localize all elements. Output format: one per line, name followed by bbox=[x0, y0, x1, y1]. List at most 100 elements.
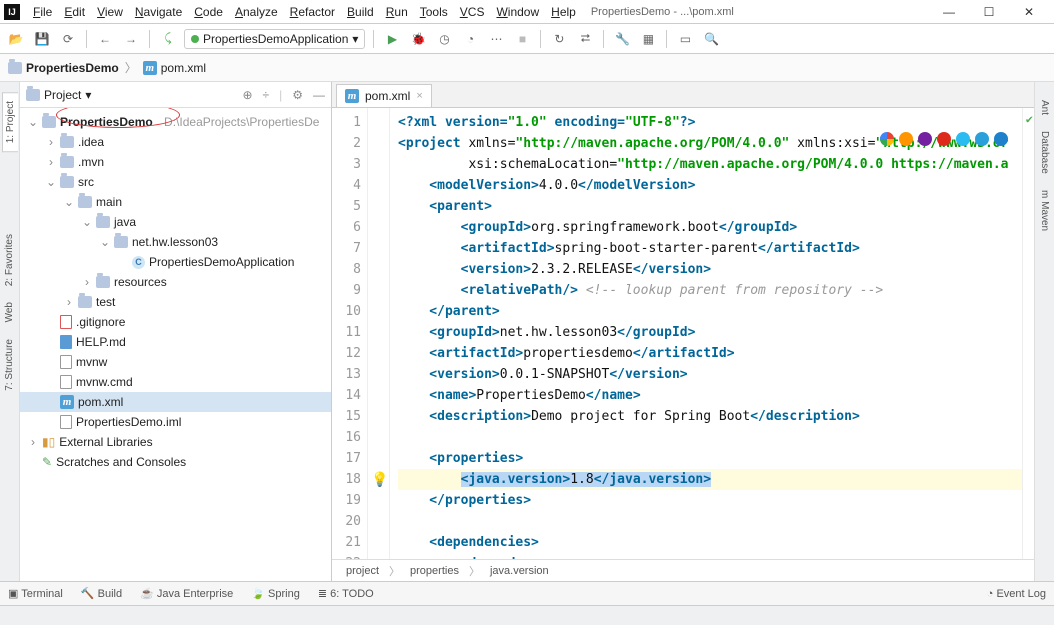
bc-properties[interactable]: properties bbox=[406, 563, 463, 579]
menu-edit[interactable]: Edit bbox=[58, 3, 91, 21]
tree-item[interactable]: ›.idea bbox=[20, 132, 331, 152]
tree-item[interactable]: HELP.md bbox=[20, 332, 331, 352]
tree-label: .idea bbox=[78, 135, 104, 149]
file-icon bbox=[60, 375, 72, 389]
tree-item[interactable]: mpom.xml bbox=[20, 392, 331, 412]
tool-tab-database[interactable]: Database bbox=[1037, 123, 1052, 182]
run-config-selector[interactable]: PropertiesDemoApplication ▾ bbox=[184, 29, 365, 49]
open-icon[interactable]: 📂 bbox=[6, 29, 26, 49]
wrench-icon[interactable]: 🔧 bbox=[612, 29, 632, 49]
tree-item[interactable]: ⌄net.hw.lesson03 bbox=[20, 232, 331, 252]
update-icon[interactable]: ↻ bbox=[549, 29, 569, 49]
tree-label: .gitignore bbox=[76, 315, 125, 329]
bottom-tab-todo[interactable]: ≣ 6: TODO bbox=[318, 587, 374, 600]
app-logo-icon: IJ bbox=[4, 4, 20, 20]
tool-tab-structure[interactable]: 7: Structure bbox=[2, 331, 17, 399]
gear-icon[interactable]: ⚙ bbox=[292, 88, 303, 102]
firefox-icon[interactable] bbox=[899, 132, 913, 146]
tree-label: resources bbox=[114, 275, 167, 289]
tree-item[interactable]: CPropertiesDemoApplication bbox=[20, 252, 331, 272]
tree-item[interactable]: .gitignore bbox=[20, 312, 331, 332]
bc-javaversion[interactable]: java.version bbox=[486, 563, 553, 579]
maximize-button[interactable]: ☐ bbox=[978, 3, 1000, 21]
debug-icon[interactable]: 🐞 bbox=[408, 29, 428, 49]
tool-tab-maven[interactable]: m Maven bbox=[1037, 182, 1052, 239]
back-icon[interactable]: ← bbox=[95, 29, 115, 49]
tree-root[interactable]: ⌄ PropertiesDemo D:\IdeaProjects\Propert… bbox=[20, 112, 331, 132]
menu-build[interactable]: Build bbox=[341, 3, 380, 21]
tree-item[interactable]: ⌄src bbox=[20, 172, 331, 192]
menu-window[interactable]: Window bbox=[490, 3, 545, 21]
menu-tools[interactable]: Tools bbox=[414, 3, 454, 21]
menu-run[interactable]: Run bbox=[380, 3, 414, 21]
right-tool-strip: Ant Database m Maven bbox=[1034, 82, 1054, 581]
hammer-icon[interactable]: ⤹ bbox=[158, 29, 178, 49]
tree-root-label: PropertiesDemo bbox=[60, 115, 153, 129]
run-icon[interactable]: ▶ bbox=[382, 29, 402, 49]
edge-icon[interactable] bbox=[994, 132, 1008, 146]
forward-icon[interactable]: → bbox=[121, 29, 141, 49]
menu-refactor[interactable]: Refactor bbox=[284, 3, 341, 21]
locate-icon[interactable]: ⊕ bbox=[242, 88, 252, 102]
tool-tab-ant[interactable]: Ant bbox=[1037, 92, 1052, 123]
editor-tab-pom[interactable]: m pom.xml × bbox=[336, 84, 432, 107]
tree-item[interactable]: mvnw bbox=[20, 352, 331, 372]
nav-crumb-file[interactable]: m pom.xml bbox=[143, 61, 206, 75]
menu-vcs[interactable]: VCS bbox=[454, 3, 491, 21]
bottom-tab-terminal[interactable]: ▣ Terminal bbox=[8, 587, 63, 600]
tree-scratches[interactable]: ✎ Scratches and Consoles bbox=[20, 452, 331, 472]
ie-icon[interactable] bbox=[975, 132, 989, 146]
tree-item[interactable]: ›test bbox=[20, 292, 331, 312]
project-view-selector[interactable]: Project ▾ bbox=[26, 88, 236, 102]
close-button[interactable]: ✕ bbox=[1018, 3, 1040, 21]
menu-code[interactable]: Code bbox=[188, 3, 229, 21]
profile-icon[interactable]: ◔ bbox=[460, 29, 480, 49]
tool-tab-favorites[interactable]: 2: Favorites bbox=[2, 226, 17, 294]
hide-icon[interactable]: — bbox=[313, 88, 325, 102]
menu-help[interactable]: Help bbox=[545, 3, 582, 21]
attach-icon[interactable]: ⋯ bbox=[486, 29, 506, 49]
yandex-icon[interactable] bbox=[956, 132, 970, 146]
menu-view[interactable]: View bbox=[91, 3, 129, 21]
coverage-icon[interactable]: ◷ bbox=[434, 29, 454, 49]
structure-icon[interactable]: ▦ bbox=[638, 29, 658, 49]
opera-icon[interactable] bbox=[937, 132, 951, 146]
minimize-button[interactable]: — bbox=[938, 3, 960, 21]
menu-navigate[interactable]: Navigate bbox=[129, 3, 188, 21]
commit-icon[interactable]: ⮂ bbox=[575, 29, 595, 49]
save-icon[interactable]: 💾 bbox=[32, 29, 52, 49]
tool-tab-project[interactable]: 1: Project bbox=[2, 92, 18, 152]
search-icon[interactable]: 🔍 bbox=[701, 29, 721, 49]
collapse-icon[interactable]: ÷ bbox=[263, 88, 270, 102]
project-tree[interactable]: ⌄ PropertiesDemo D:\IdeaProjects\Propert… bbox=[20, 108, 331, 581]
folder-icon bbox=[60, 156, 74, 168]
bottom-tab-spring[interactable]: 🍃 Spring bbox=[251, 587, 300, 600]
safari-icon[interactable] bbox=[918, 132, 932, 146]
folder-icon bbox=[78, 196, 92, 208]
tool-tab-web[interactable]: Web bbox=[2, 294, 17, 330]
chrome-icon[interactable] bbox=[880, 132, 894, 146]
event-log-button[interactable]: ◔ Event Log bbox=[987, 588, 1046, 600]
tree-item[interactable]: mvnw.cmd bbox=[20, 372, 331, 392]
tree-item[interactable]: ⌄java bbox=[20, 212, 331, 232]
tree-item[interactable]: ›resources bbox=[20, 272, 331, 292]
markdown-icon bbox=[60, 335, 72, 349]
emulator-icon[interactable]: ▭ bbox=[675, 29, 695, 49]
bottom-tab-build[interactable]: 🔨 Build bbox=[81, 587, 122, 600]
tree-item[interactable]: ›.mvn bbox=[20, 152, 331, 172]
sync-icon[interactable]: ⟳ bbox=[58, 29, 78, 49]
chevron-down-icon: ▾ bbox=[85, 88, 91, 102]
code-content[interactable]: <?xml version="1.0" encoding="UTF-8"?> <… bbox=[390, 108, 1022, 559]
tree-external-libraries[interactable]: › ▮▯ External Libraries bbox=[20, 432, 331, 452]
menu-file[interactable]: File bbox=[27, 3, 58, 21]
bc-project[interactable]: project bbox=[342, 563, 383, 579]
stop-icon[interactable]: ■ bbox=[512, 29, 532, 49]
code-editor[interactable]: 12345678910111213141516171819202122 💡 <?… bbox=[332, 108, 1034, 559]
menu-analyze[interactable]: Analyze bbox=[229, 3, 284, 21]
tree-item[interactable]: ⌄main bbox=[20, 192, 331, 212]
nav-crumb-project[interactable]: PropertiesDemo bbox=[8, 61, 119, 75]
lightbulb-icon[interactable]: 💡 bbox=[371, 472, 388, 488]
close-icon[interactable]: × bbox=[416, 90, 422, 102]
bottom-tab-javaee[interactable]: ☕ Java Enterprise bbox=[140, 587, 233, 600]
tree-item[interactable]: PropertiesDemo.iml bbox=[20, 412, 331, 432]
